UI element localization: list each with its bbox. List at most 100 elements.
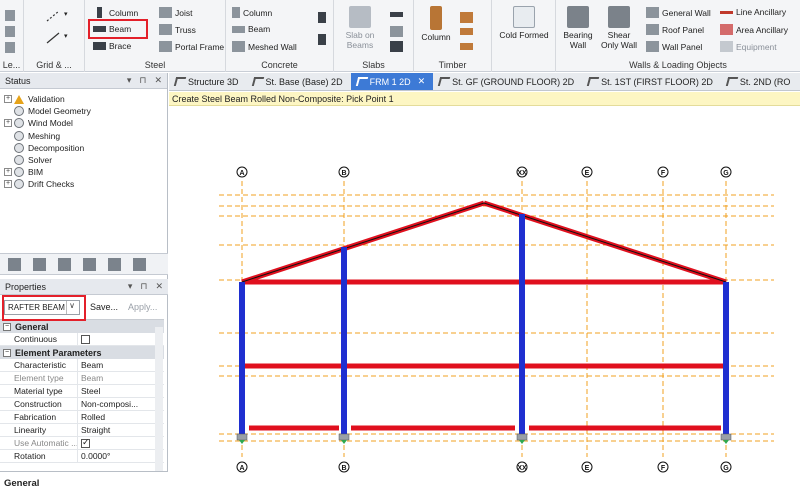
concrete-tool-2-icon[interactable]: [318, 34, 326, 45]
dropdown-arrow-icon[interactable]: ▾: [64, 32, 68, 40]
collapse-icon[interactable]: −: [3, 322, 11, 331]
section-general[interactable]: − General: [0, 320, 164, 333]
status-item[interactable]: + BIM: [4, 166, 163, 178]
expand-icon[interactable]: +: [4, 168, 12, 177]
close-icon[interactable]: ✕: [154, 75, 162, 86]
level-copy-icon[interactable]: [5, 26, 15, 37]
close-icon[interactable]: ✕: [155, 281, 163, 292]
ribbon: Le... ▾ ▾ Grid & ... Column Beam Brace J…: [0, 0, 800, 72]
support-icon: [341, 440, 347, 444]
slab-tool-3-icon[interactable]: [390, 41, 403, 52]
support-icon: [519, 440, 525, 444]
concrete-tool-icon[interactable]: [318, 12, 326, 23]
pin-icon[interactable]: ▾: [127, 75, 132, 86]
status-item[interactable]: Meshing: [4, 130, 163, 142]
frame-elevation[interactable]: A A B B XX XX E E F F G G: [169, 107, 800, 498]
view-tab[interactable]: St. Base (Base) 2D: [247, 73, 351, 90]
concrete-column-button[interactable]: Column: [232, 7, 272, 18]
line-ancillary-icon: [720, 10, 733, 14]
timber-column-button[interactable]: Column: [418, 6, 454, 42]
graphics-icon[interactable]: [33, 257, 46, 271]
prop-row-material-type[interactable]: Material type Steel: [0, 385, 164, 398]
view-tab[interactable]: St. 1ST (FIRST FLOOR) 2D: [582, 73, 721, 90]
continuous-checkbox[interactable]: [81, 334, 90, 344]
meshed-wall-button[interactable]: Meshed Wall: [232, 41, 297, 52]
view-tab[interactable]: Structure 3D: [169, 73, 247, 90]
expand-icon[interactable]: +: [4, 119, 12, 128]
status-item[interactable]: Model Geometry: [4, 105, 163, 117]
apply-button[interactable]: Apply...: [128, 302, 157, 312]
view-tab[interactable]: FRM 1 2D ✕: [350, 73, 434, 90]
steel-brace-button[interactable]: Brace: [93, 41, 131, 51]
slab-tool-2-icon[interactable]: [390, 26, 403, 37]
slab-tool-icon[interactable]: [390, 12, 403, 17]
command-prompt: Create Steel Beam Rolled Non-Composite: …: [169, 92, 800, 106]
check-icon: [14, 142, 24, 153]
autohide-icon[interactable]: ⊓: [139, 75, 146, 86]
status-item[interactable]: + Drift Checks: [4, 178, 163, 190]
ribbon-group-grid: ▾ ▾ Grid & ...: [24, 0, 85, 72]
status-item[interactable]: + Validation: [4, 93, 163, 105]
view-tab[interactable]: St. GF (GROUND FLOOR) 2D: [433, 73, 582, 90]
prop-row-continuous: Continuous: [0, 333, 164, 346]
prop-row-characteristic[interactable]: Characteristic Beam: [0, 359, 164, 372]
levels-icon[interactable]: [83, 257, 96, 271]
pin-icon[interactable]: ▾: [128, 281, 133, 292]
status-item-label: Model Geometry: [28, 106, 91, 117]
close-tab-icon[interactable]: ✕: [418, 76, 426, 87]
level-icon[interactable]: [5, 10, 15, 21]
steel-joist-button[interactable]: Joist: [159, 7, 192, 18]
filter-icon[interactable]: [133, 257, 146, 271]
property-grid-scrollbar[interactable]: [155, 327, 163, 477]
gridline-label: B: [341, 170, 346, 177]
dashed-line-icon[interactable]: [46, 10, 60, 22]
dropdown-arrow-icon[interactable]: ▾: [64, 10, 68, 18]
expand-icon[interactable]: +: [4, 95, 12, 104]
status-item[interactable]: + Wind Model: [4, 117, 163, 129]
timber-brace-icon[interactable]: [460, 43, 473, 50]
line-ancillary-button[interactable]: Line Ancillary: [720, 7, 786, 17]
level-edit-icon[interactable]: [5, 42, 15, 53]
use-automatic-checkbox[interactable]: [81, 438, 90, 448]
prop-row-linearity[interactable]: Linearity Straight: [0, 424, 164, 437]
ribbon-group-timber: Column Timber: [414, 0, 492, 72]
property-grid: − General Continuous − Element Parameters …: [0, 319, 164, 463]
status-item[interactable]: Solver: [4, 154, 163, 166]
save-button[interactable]: Save...: [90, 302, 118, 312]
collapse-icon[interactable]: −: [3, 348, 11, 357]
prop-row-construction[interactable]: Construction Non-composi...: [0, 398, 164, 411]
loading-icon[interactable]: [58, 257, 71, 271]
cold-formed-button[interactable]: Cold Formed: [496, 6, 552, 40]
view-tab[interactable]: St. 2ND (RO: [721, 73, 799, 90]
shear-only-wall-button[interactable]: Shear Only Wall: [600, 6, 638, 50]
timber-beam-icon[interactable]: [460, 12, 473, 23]
check-icon: [14, 118, 24, 129]
drawing-canvas[interactable]: A A B B XX XX E E F F G G: [169, 107, 800, 498]
steel-truss-button[interactable]: Truss: [159, 24, 196, 35]
prop-row-rotation[interactable]: Rotation 0.0000°: [0, 450, 164, 463]
prop-row-fabrication[interactable]: Fabrication Rolled: [0, 411, 164, 424]
section-element-parameters[interactable]: − Element Parameters: [0, 346, 164, 359]
general-wall-button[interactable]: General Wall: [646, 7, 711, 18]
structure-tree-icon[interactable]: [8, 257, 21, 271]
line-icon[interactable]: [46, 32, 60, 44]
roof-panel-button[interactable]: Roof Panel: [646, 24, 704, 35]
area-ancillary-button[interactable]: Area Ancillary: [720, 24, 788, 35]
equipment-button[interactable]: Equipment: [720, 41, 777, 52]
status-item[interactable]: Decomposition: [4, 142, 163, 154]
autohide-icon[interactable]: ⊓: [140, 281, 147, 292]
steel-column-button[interactable]: Column: [93, 7, 138, 18]
bearing-wall-button[interactable]: Bearing Wall: [560, 6, 596, 50]
status-item-label: Drift Checks: [28, 179, 75, 190]
wall-panel-button[interactable]: Wall Panel: [646, 41, 702, 52]
slab-on-beams-button[interactable]: Slab on Beams: [340, 6, 380, 50]
meshed-wall-icon: [232, 41, 245, 52]
group-label-slabs: Slabs: [362, 60, 385, 70]
groups-icon[interactable]: [108, 257, 121, 271]
steel-portal-frame-button[interactable]: Portal Frame: [159, 41, 224, 52]
expand-icon[interactable]: +: [4, 180, 12, 189]
timber-truss-icon[interactable]: [460, 28, 473, 35]
status-item-label: Wind Model: [28, 118, 73, 129]
concrete-beam-button[interactable]: Beam: [232, 24, 270, 34]
check-icon: [14, 106, 24, 117]
